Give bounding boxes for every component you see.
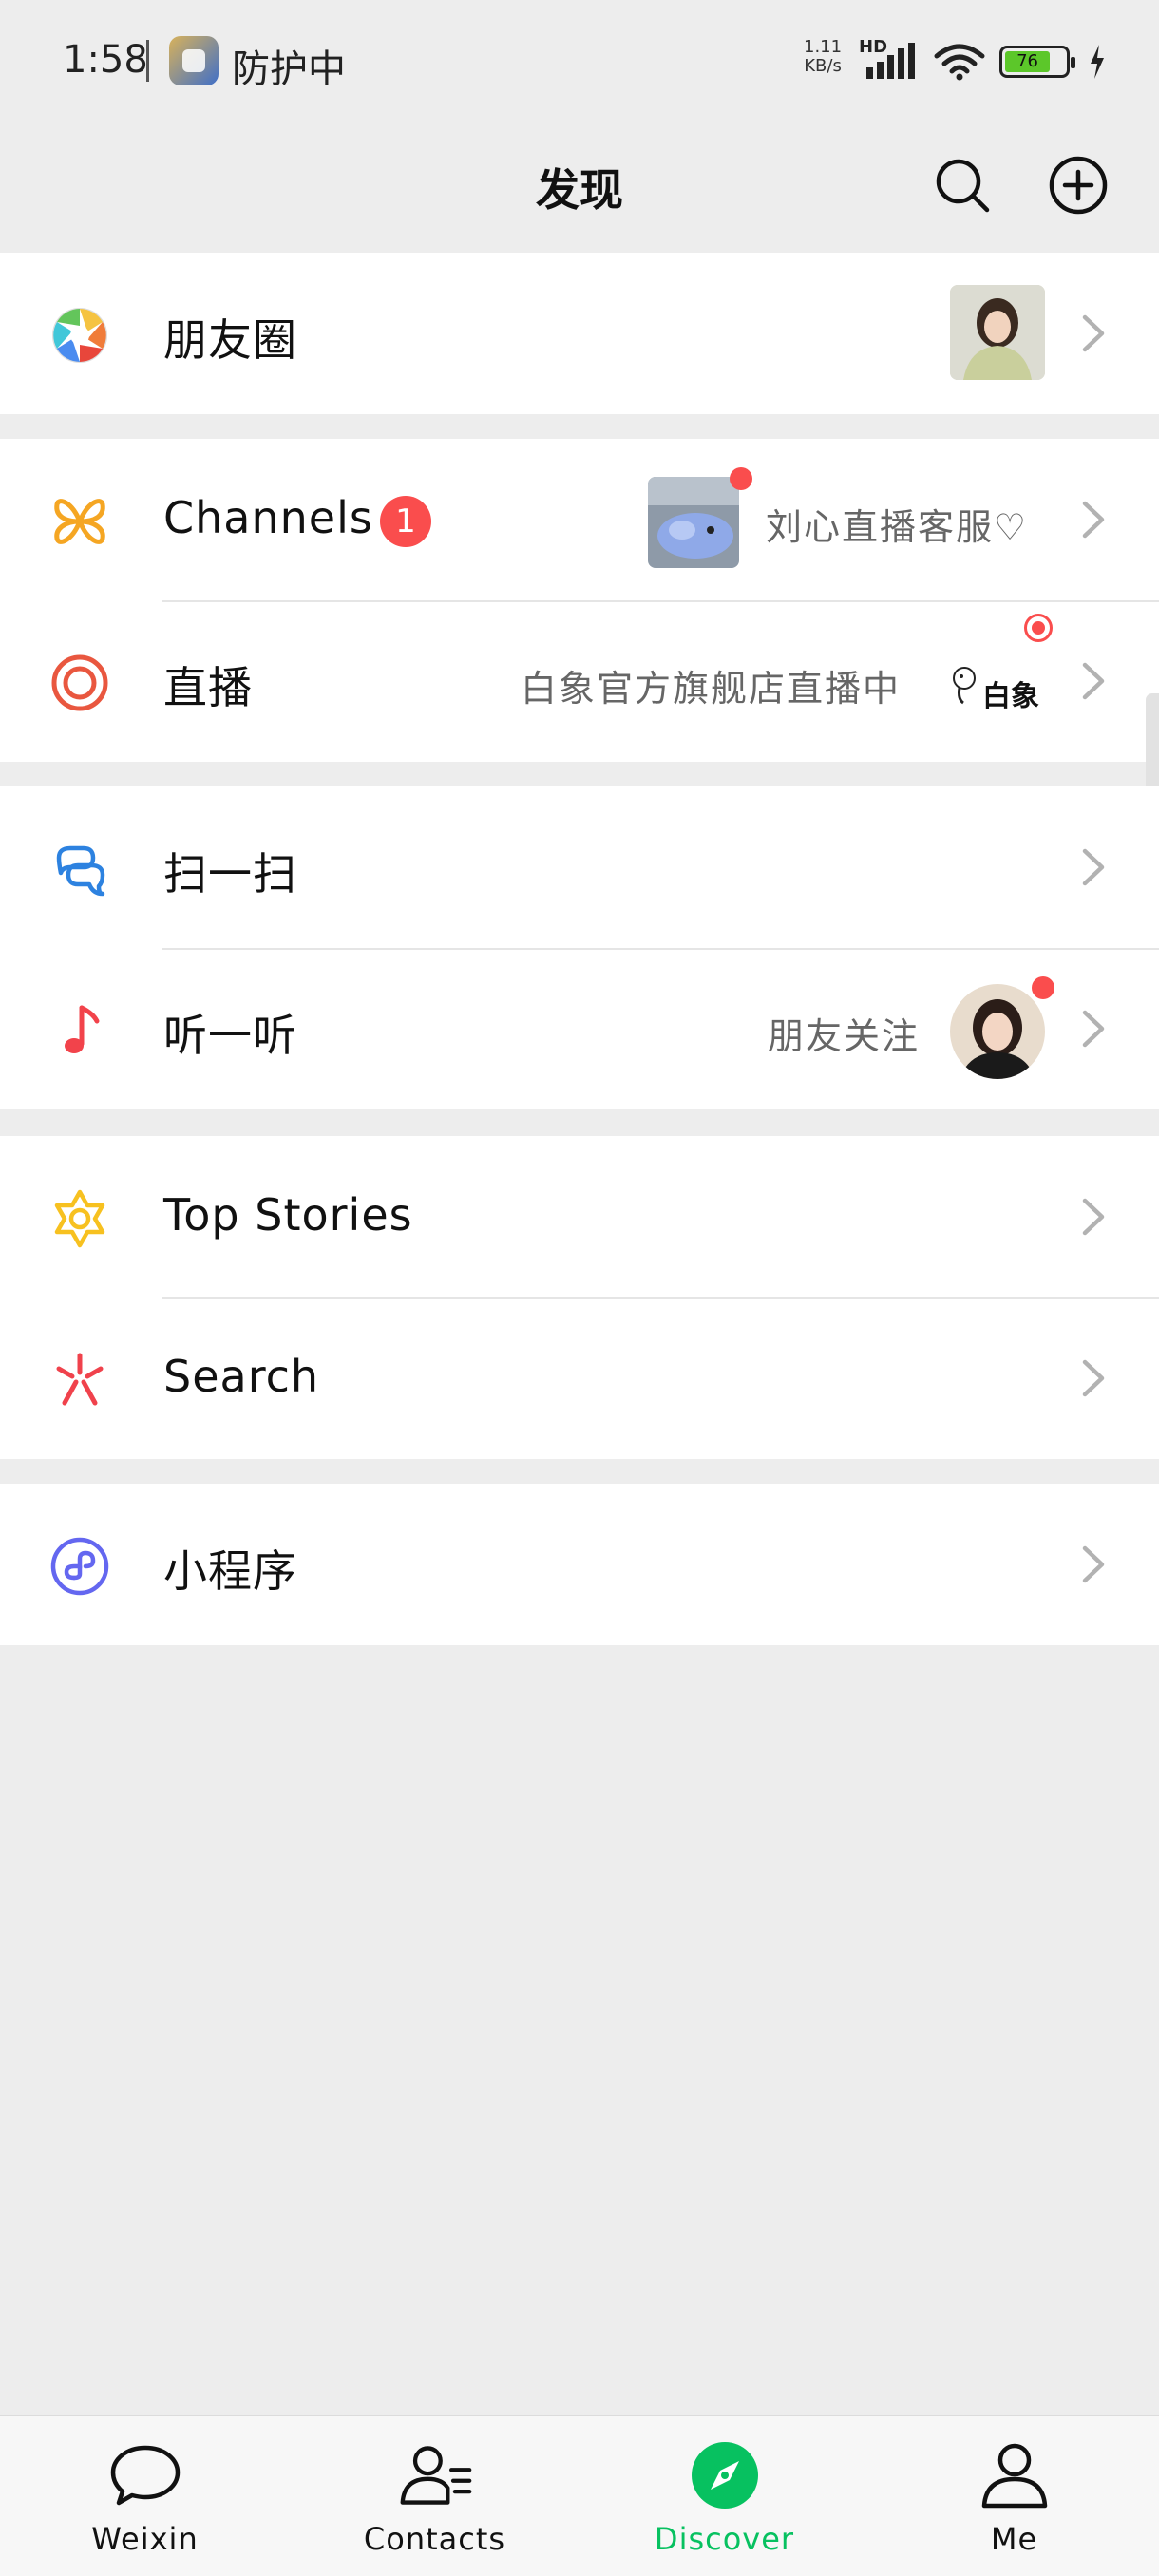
security-app-icon <box>169 36 218 85</box>
charging-icon <box>1089 45 1106 79</box>
camera-aperture-icon <box>49 305 110 366</box>
status-bar: 1:58 防护中 1.11 KB/s HD 76 <box>0 0 1159 123</box>
tab-contacts-label: Contacts <box>363 2521 506 2557</box>
search-button[interactable] <box>929 152 996 218</box>
chevron-right-icon <box>1082 1010 1105 1048</box>
search-icon <box>936 159 990 213</box>
network-speed-value: 1.11 <box>804 37 843 57</box>
brand-logo-text: 白象 <box>982 680 1039 713</box>
list-item-top-stories[interactable]: Top Stories <box>0 1136 1159 1297</box>
tab-discover-label: Discover <box>654 2521 795 2557</box>
listen-avatar-dot <box>1032 976 1054 999</box>
tab-weixin[interactable]: Weixin <box>0 2416 290 2576</box>
group-channels-live: Channels 1 刘心直播客服♡ 直播 白象官方旗舰店直播中 白象 <box>0 439 1159 762</box>
listen-label: 听一听 <box>163 1010 297 1061</box>
listen-subtitle: 朋友关注 <box>768 1015 921 1057</box>
listen-avatar <box>950 984 1045 1079</box>
battery-icon: 76 <box>999 46 1075 78</box>
brand-logo: 白象 <box>950 659 1041 716</box>
chevron-right-icon <box>1082 848 1105 886</box>
star-flower-icon <box>49 1188 110 1249</box>
group-moments: 朋友圈 <box>0 253 1159 414</box>
mini-programs-label: 小程序 <box>163 1545 297 1597</box>
signal-icon: HD <box>859 37 920 81</box>
search-label: Search <box>163 1351 320 1402</box>
channels-thumbnail <box>648 477 739 568</box>
channels-thumbnail-dot <box>730 467 752 490</box>
network-speed-unit: KB/s <box>804 56 842 76</box>
live-subtitle: 白象官方旗舰店直播中 <box>521 668 902 710</box>
elephant-logo-icon <box>953 667 976 705</box>
live-recording-dot <box>1024 614 1053 642</box>
header: 发现 <box>0 123 1159 253</box>
mini-program-icon <box>49 1536 110 1597</box>
tab-me[interactable]: Me <box>869 2416 1159 2576</box>
status-separator <box>146 40 149 82</box>
channels-subtitle: 刘心直播客服♡ <box>766 506 1029 548</box>
group-mini-programs: 小程序 <box>0 1484 1159 1645</box>
network-speed: 1.11 KB/s <box>804 38 842 76</box>
tab-discover[interactable]: Discover <box>580 2416 869 2576</box>
chat-bubble-icon <box>107 2437 183 2513</box>
scan-icon <box>49 839 110 900</box>
list-item-mini-programs[interactable]: 小程序 <box>0 1484 1159 1645</box>
chevron-right-icon <box>1082 662 1105 700</box>
protect-status-text: 防护中 <box>232 47 346 91</box>
spark-icon <box>49 1350 110 1411</box>
person-icon <box>977 2437 1053 2513</box>
butterfly-icon <box>49 491 110 552</box>
chevron-right-icon <box>1082 1359 1105 1397</box>
add-button[interactable] <box>1045 152 1112 218</box>
list-item-scan[interactable]: 扫一扫 <box>0 786 1159 948</box>
music-note-icon <box>49 1000 110 1061</box>
scan-label: 扫一扫 <box>163 848 297 900</box>
chevron-right-icon <box>1082 314 1105 352</box>
list-item-moments[interactable]: 朋友圈 <box>0 253 1159 414</box>
chevron-right-icon <box>1082 501 1105 539</box>
compass-icon <box>687 2437 763 2513</box>
tab-me-label: Me <box>990 2521 1038 2557</box>
moments-thumbnail <box>950 285 1045 380</box>
list-item-channels[interactable]: Channels 1 刘心直播客服♡ <box>0 439 1159 600</box>
target-icon <box>49 653 110 713</box>
live-label: 直播 <box>163 662 253 713</box>
channels-badge: 1 <box>380 496 431 547</box>
contacts-icon <box>397 2437 473 2513</box>
battery-level: 76 <box>1005 51 1051 72</box>
plus-circle-icon <box>1049 156 1108 215</box>
chevron-right-icon <box>1082 1198 1105 1236</box>
list-item-search[interactable]: Search <box>0 1297 1159 1459</box>
tab-contacts[interactable]: Contacts <box>290 2416 580 2576</box>
chevron-right-icon <box>1082 1545 1105 1583</box>
list-item-listen[interactable]: 听一听 朋友关注 <box>0 948 1159 1109</box>
status-icons: HD 76 <box>859 37 1106 84</box>
channels-label: Channels <box>163 492 373 543</box>
wifi-icon <box>933 43 986 81</box>
tab-weixin-label: Weixin <box>91 2521 199 2557</box>
moments-label: 朋友圈 <box>163 314 297 366</box>
group-scan-listen: 扫一扫 听一听 朋友关注 <box>0 786 1159 1109</box>
list-item-live[interactable]: 直播 白象官方旗舰店直播中 白象 <box>0 600 1159 762</box>
top-stories-label: Top Stories <box>163 1189 413 1241</box>
group-stories-search: Top Stories Search <box>0 1136 1159 1459</box>
status-time: 1:58 <box>63 38 148 82</box>
bottom-tab-bar: Weixin Contacts Discover Me <box>0 2415 1159 2576</box>
